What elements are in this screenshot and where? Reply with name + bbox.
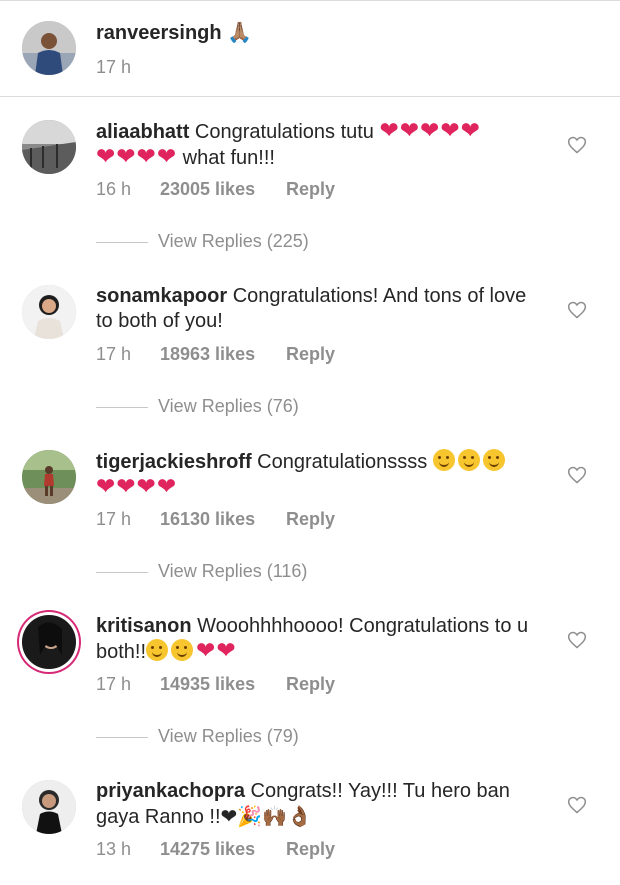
comment-meta: 17 h 16130 likes Reply <box>96 509 335 530</box>
reply-button[interactable]: Reply <box>286 509 335 530</box>
hearts-emoji: ❤❤ <box>196 638 237 664</box>
comment-meta: 17 h 14935 likes Reply <box>96 674 335 695</box>
likes-count[interactable]: 16130 likes <box>160 509 286 530</box>
avatar-tigerjackieshroff[interactable] <box>22 450 76 504</box>
view-replies-label: View Replies (116) <box>158 561 308 581</box>
heart-outline-icon[interactable] <box>567 465 587 485</box>
likes-count[interactable]: 14935 likes <box>160 674 286 695</box>
comment-body-line1: Congratulations tutu <box>194 121 374 143</box>
comment-body-line2: what fun!!! <box>177 147 275 169</box>
heart-outline-icon[interactable] <box>567 135 587 155</box>
comment-text: priyankachopra Congrats!! Yay!!! Tu hero… <box>96 779 546 830</box>
avatar-sonamkapoor[interactable] <box>22 285 76 339</box>
reply-button[interactable]: Reply <box>286 674 335 695</box>
reply-button[interactable]: Reply <box>286 839 335 860</box>
comment-meta: 16 h 23005 likes Reply <box>96 179 335 200</box>
comment-meta: 17 h 18963 likes Reply <box>96 344 335 365</box>
comment-username[interactable]: tigerjackieshroff <box>96 451 252 473</box>
comment-text: aliaabhatt Congratulations tutu ❤❤❤❤❤ ❤❤… <box>96 119 546 171</box>
avatar-aliaabhatt[interactable] <box>22 120 76 174</box>
top-rule <box>0 0 620 1</box>
caption-username[interactable]: ranveersingh <box>96 22 222 44</box>
comment-time: 17 h <box>96 674 132 694</box>
hugging-face-emoji <box>146 639 196 663</box>
comment-meta: 13 h 14275 likes Reply <box>96 839 335 860</box>
caption-time: 17 h <box>96 57 132 77</box>
view-replies-label: View Replies (76) <box>158 396 299 416</box>
view-replies-button[interactable]: View Replies (116) <box>96 561 307 582</box>
comment-text: tigerjackieshroff Congratulationssss ❤❤❤… <box>96 449 546 501</box>
caption-meta: 17 h <box>96 57 131 78</box>
comment-body-line2: gaya Ranno !! <box>96 806 221 828</box>
comment-body-line1: Congratulationssss <box>257 451 428 473</box>
heart-outline-icon[interactable] <box>567 795 587 815</box>
reply-button[interactable]: Reply <box>286 344 335 365</box>
likes-count[interactable]: 18963 likes <box>160 344 286 365</box>
likes-count[interactable]: 23005 likes <box>160 179 286 200</box>
view-replies-button[interactable]: View Replies (79) <box>96 726 299 747</box>
comment-username[interactable]: kritisanon <box>96 615 192 637</box>
comment-time: 16 h <box>96 179 132 199</box>
caption-emoji: 🙏🏽 <box>227 20 253 44</box>
comment-text: kritisanon Wooohhhhoooo! Congratulations… <box>96 614 546 665</box>
hugging-face-emoji <box>432 449 508 473</box>
comment-time: 13 h <box>96 839 132 859</box>
likes-count[interactable]: 14275 likes <box>160 839 286 860</box>
comment-time: 17 h <box>96 509 132 529</box>
reply-button[interactable]: Reply <box>286 179 335 200</box>
comment-body-line2: both!! <box>96 641 147 663</box>
comment-body-line1: Congratulations! And tons of love <box>232 285 527 307</box>
celebration-emoji: ❤🎉🙌🏾👌🏾 <box>220 804 312 828</box>
view-replies-label: View Replies (225) <box>158 231 309 251</box>
view-replies-button[interactable]: View Replies (76) <box>96 396 299 417</box>
view-replies-label: View Replies (79) <box>158 726 299 746</box>
replies-line <box>96 736 148 738</box>
comment-body-line1: Congrats!! Yay!!! Tu hero ban <box>250 780 510 802</box>
comment-username[interactable]: aliaabhatt <box>96 121 189 143</box>
replies-line <box>96 406 148 408</box>
heart-outline-icon[interactable] <box>567 630 587 650</box>
hearts-emoji: ❤❤❤❤ <box>96 144 178 170</box>
replies-line <box>96 571 148 573</box>
caption-divider <box>0 96 620 97</box>
comment-username[interactable]: sonamkapoor <box>96 285 227 307</box>
comment-time: 17 h <box>96 344 132 364</box>
avatar-kritisanon[interactable] <box>22 615 76 669</box>
avatar-ranveersingh[interactable] <box>22 21 76 75</box>
avatar-priyankachopra[interactable] <box>22 780 76 834</box>
replies-line <box>96 241 148 243</box>
comment-text: sonamkapoor Congratulations! And tons of… <box>96 284 546 334</box>
comment-body-line1: Wooohhhhoooo! Congratulations to u <box>197 615 529 637</box>
caption-text: ranveersingh 🙏🏽 <box>96 20 546 46</box>
hearts-emoji: ❤❤❤❤❤ <box>379 118 481 144</box>
heart-outline-icon[interactable] <box>567 300 587 320</box>
comment-body-line2: to both of you! <box>96 310 223 332</box>
view-replies-button[interactable]: View Replies (225) <box>96 231 309 252</box>
comment-username[interactable]: priyankachopra <box>96 780 245 802</box>
hearts-emoji: ❤❤❤❤ <box>96 474 178 500</box>
